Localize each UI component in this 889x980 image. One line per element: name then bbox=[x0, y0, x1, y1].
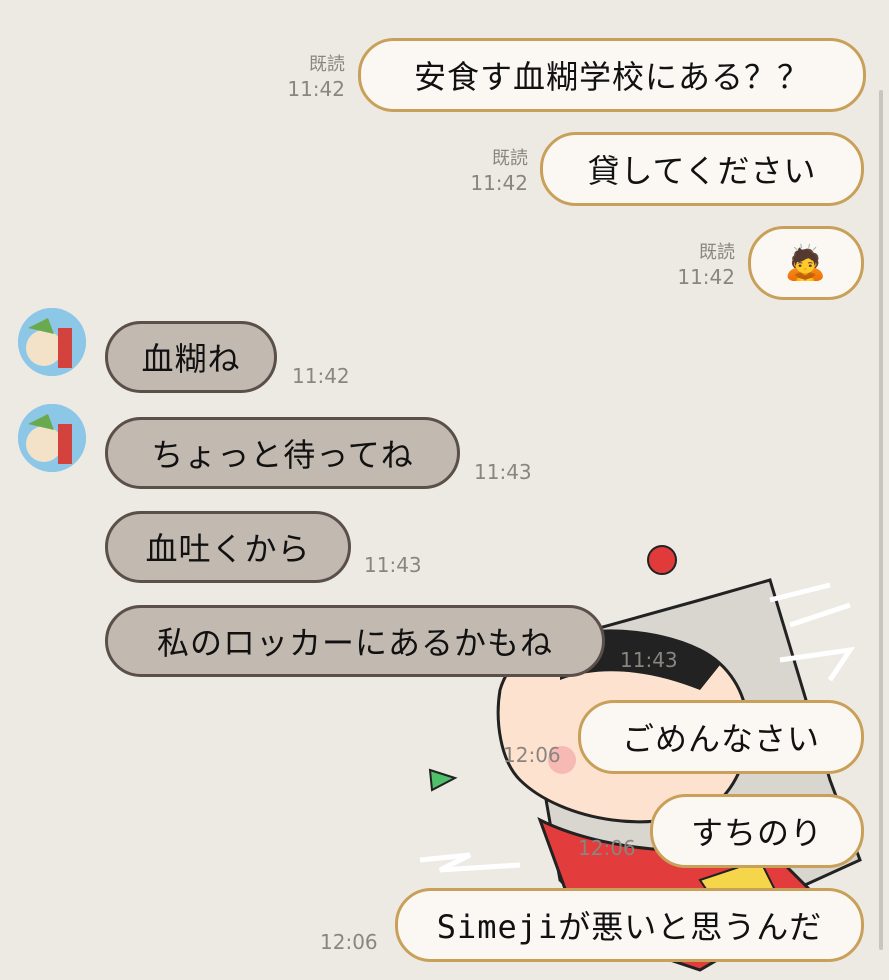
message-text: 血吐くから bbox=[145, 530, 311, 568]
message-text: 貸してください bbox=[587, 152, 817, 190]
timestamp: 11:42 bbox=[677, 265, 735, 289]
message-bubble-outgoing[interactable]: すちのり bbox=[650, 794, 864, 868]
message-meta: 既読 11:42 bbox=[270, 53, 345, 101]
timestamp: 11:43 bbox=[620, 648, 678, 672]
message-bubble-outgoing[interactable]: Simejiが悪いと思うんだ bbox=[395, 888, 864, 962]
timestamp: 11:43 bbox=[474, 460, 532, 484]
timestamp: 12:06 bbox=[320, 930, 378, 954]
message-bubble-outgoing[interactable]: ごめんなさい bbox=[578, 700, 864, 774]
message-meta: 既読 11:42 bbox=[660, 241, 735, 289]
message-bubble-outgoing[interactable]: 🙇 bbox=[748, 226, 864, 300]
message-text: ごめんなさい bbox=[621, 720, 820, 758]
message-bubble-incoming[interactable]: 血糊ね bbox=[105, 321, 277, 393]
read-receipt: 既読 bbox=[309, 54, 345, 75]
timestamp: 11:42 bbox=[287, 77, 345, 101]
message-meta: 既読 11:42 bbox=[453, 147, 528, 195]
message-bubble-outgoing[interactable]: 安食す血糊学校にある？？ bbox=[358, 38, 866, 112]
avatar-image bbox=[18, 404, 86, 472]
avatar[interactable] bbox=[18, 308, 86, 376]
message-text: Simejiが悪いと思うんだ bbox=[436, 908, 823, 946]
message-text: 私のロッカーにあるかもね bbox=[156, 624, 553, 662]
timestamp: 12:06 bbox=[503, 743, 561, 767]
message-text: すちのり bbox=[690, 814, 823, 852]
message-bubble-incoming[interactable]: 私のロッカーにあるかもね bbox=[105, 605, 605, 677]
message-text: 血糊ね bbox=[141, 340, 241, 378]
timestamp: 11:42 bbox=[292, 364, 350, 388]
timestamp: 11:43 bbox=[364, 553, 422, 577]
avatar-image bbox=[18, 308, 86, 376]
timestamp: 11:42 bbox=[470, 171, 528, 195]
read-receipt: 既読 bbox=[492, 148, 528, 169]
scrollbar[interactable] bbox=[879, 90, 883, 950]
message-bubble-incoming[interactable]: 血吐くから bbox=[105, 511, 351, 583]
timestamp: 12:06 bbox=[578, 836, 636, 860]
avatar[interactable] bbox=[18, 404, 86, 472]
message-bubble-incoming[interactable]: ちょっと待ってね bbox=[105, 417, 460, 489]
message-text: 安食す血糊学校にある？？ bbox=[413, 58, 810, 96]
message-bubble-outgoing[interactable]: 貸してください bbox=[540, 132, 864, 206]
message-text: 🙇 bbox=[784, 243, 828, 283]
message-text: ちょっと待ってね bbox=[151, 436, 414, 474]
read-receipt: 既読 bbox=[699, 242, 735, 263]
